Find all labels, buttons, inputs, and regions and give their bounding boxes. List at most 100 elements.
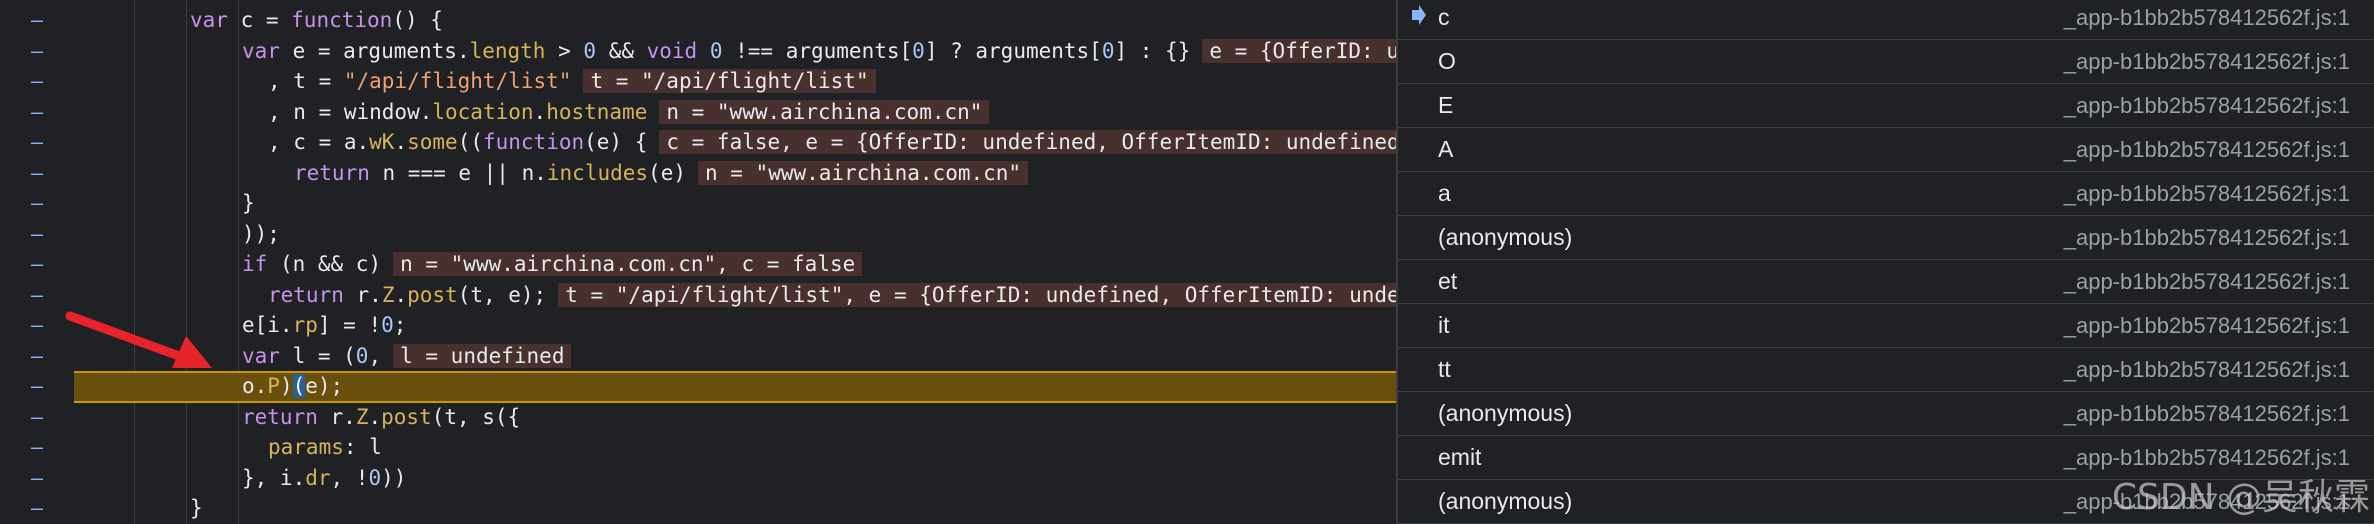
frame-source-link[interactable]: _app-b1bb2b578412562f.js:1 <box>2064 49 2350 75</box>
code-token: } <box>242 191 255 215</box>
frame-source-link[interactable]: _app-b1bb2b578412562f.js:1 <box>2064 5 2350 31</box>
code-line[interactable]: – return r.Z.post(t, e); t = "/api/flight/… <box>0 280 1396 311</box>
code-line[interactable]: –} <box>0 493 1396 524</box>
line-gutter-marker[interactable]: – <box>27 158 47 189</box>
line-gutter-marker[interactable]: – <box>27 402 47 433</box>
code-line[interactable]: – , c = a.wK.some((function(e) {c = false… <box>0 127 1396 158</box>
code-token: var <box>190 8 241 32</box>
frame-source-link[interactable]: _app-b1bb2b578412562f.js:1 <box>2064 269 2350 295</box>
call-stack-frame[interactable]: tt _app-b1bb2b578412562f.js:1 <box>1398 348 2374 392</box>
line-gutter-marker[interactable]: – <box>27 66 47 97</box>
call-stack-frame[interactable]: (anonymous) _app-b1bb2b578412562f.js:1 <box>1398 216 2374 260</box>
code-token: , n = window. <box>268 99 433 124</box>
code-line[interactable]: – var c = function() { <box>0 5 1396 36</box>
line-gutter-marker[interactable]: – <box>27 5 47 36</box>
line-gutter-marker[interactable]: – <box>27 463 47 494</box>
code-token: return <box>242 404 331 429</box>
code-token: e[i. <box>242 313 293 337</box>
code-text: } <box>242 188 255 219</box>
code-line[interactable]: –)); <box>0 219 1396 250</box>
line-gutter-marker[interactable]: – <box>27 249 47 280</box>
inline-variable-value: e = {OfferID: undefined, OfferItemID: un… <box>1202 38 1396 63</box>
code-line[interactable]: – params: l <box>0 432 1396 463</box>
call-stack-frame[interactable]: O _app-b1bb2b578412562f.js:1 <box>1398 40 2374 84</box>
code-line[interactable]: – return r.Z.post(t, s({ <box>0 402 1396 433</box>
line-gutter-marker[interactable]: – <box>27 36 47 67</box>
code-token: var <box>242 343 293 368</box>
frame-source-link[interactable]: _app-b1bb2b578412562f.js:1 <box>2064 357 2350 383</box>
line-gutter-marker[interactable]: – <box>27 432 47 463</box>
frame-function-name: it <box>1438 312 1450 338</box>
code-token: && <box>596 38 647 63</box>
call-stack-frame[interactable]: A _app-b1bb2b578412562f.js:1 <box>1398 128 2374 172</box>
code-token: 0 <box>912 38 925 63</box>
code-text: return n === e || n.includes(e) n = "www.… <box>294 158 1029 189</box>
code-token: e = arguments. <box>292 38 470 63</box>
line-gutter-marker[interactable]: – <box>27 219 47 250</box>
frame-source-link[interactable]: _app-b1bb2b578412562f.js:1 <box>2064 225 2350 251</box>
code-token: ] : {} <box>1114 38 1191 63</box>
code-token: )) <box>381 465 407 490</box>
frame-source-link[interactable]: _app-b1bb2b578412562f.js:1 <box>2064 401 2350 427</box>
code-line[interactable]: –}, i.dr, !0)) <box>0 463 1396 494</box>
code-text: if (n && c) n = "www.airchina.com.cn", c … <box>242 249 863 280</box>
line-gutter-marker[interactable]: – <box>27 310 47 341</box>
code-text: } <box>190 493 203 524</box>
code-token: . <box>394 282 408 307</box>
code-text: return r.Z.post(t, e); t = "/api/flight/l… <box>268 280 1396 311</box>
code-token: P <box>267 374 280 398</box>
frame-function-name: A <box>1438 136 1454 162</box>
code-line[interactable]: – , n = window.location.hostname n = "www.… <box>0 97 1396 128</box>
line-gutter-marker[interactable]: – <box>27 493 47 524</box>
code-line[interactable]: – return n === e || n.includes(e) n = "www… <box>0 158 1396 189</box>
code-token: (n && c) <box>279 252 382 276</box>
frame-source-link[interactable]: _app-b1bb2b578412562f.js:1 <box>2064 93 2350 119</box>
code-text: e[i.rp] = !0; <box>242 310 406 341</box>
code-token: (e) { <box>584 130 648 154</box>
code-text: , c = a.wK.some((function(e) {c = false,… <box>268 127 1396 158</box>
line-gutter-marker[interactable]: – <box>27 188 47 219</box>
call-stack-frame[interactable]: c _app-b1bb2b578412562f.js:1 <box>1398 0 2374 40</box>
line-gutter-marker[interactable]: – <box>27 280 47 311</box>
code-token: . <box>368 404 382 429</box>
watermark: CSDN @吴秋霖 <box>2111 477 2370 518</box>
code-token: 0 <box>355 343 369 368</box>
code-token: post <box>381 404 432 429</box>
code-token: (t, s({ <box>431 404 521 429</box>
code-token: (e) <box>648 160 686 185</box>
line-gutter-marker[interactable]: – <box>27 371 47 402</box>
code-token: c = <box>240 8 292 32</box>
code-text: var c = function() { <box>190 5 443 36</box>
line-gutter-marker[interactable]: – <box>27 97 47 128</box>
code-token: , c = a. <box>268 130 370 154</box>
code-token: if <box>242 252 280 276</box>
code-line[interactable]: – if (n && c) n = "www.airchina.com.cn", c… <box>0 249 1396 280</box>
code-token: 0 <box>583 38 597 63</box>
frame-source-link[interactable]: _app-b1bb2b578412562f.js:1 <box>2064 181 2350 207</box>
code-token: wK <box>369 130 395 154</box>
inline-variable-value: n = "www.airchina.com.cn" <box>697 160 1029 185</box>
code-line[interactable]: – , t = "/api/flight/list" t = "/api/fligh… <box>0 66 1396 97</box>
call-stack-frame[interactable]: (anonymous) _app-b1bb2b578412562f.js:1 <box>1398 392 2374 436</box>
code-token: function <box>291 8 393 32</box>
code-line[interactable]: –} <box>0 188 1396 219</box>
inline-variable-value: t = "/api/flight/list", e = {OfferID: un… <box>558 282 1396 307</box>
code-token: , t = <box>268 69 344 93</box>
call-stack-frame[interactable]: et _app-b1bb2b578412562f.js:1 <box>1398 260 2374 304</box>
frame-function-name: (anonymous) <box>1438 224 1573 250</box>
frame-source-link[interactable]: _app-b1bb2b578412562f.js:1 <box>2064 137 2350 163</box>
code-token: . <box>533 99 547 124</box>
code-line[interactable]: – var e = arguments.length > 0 && void 0 … <box>0 36 1396 67</box>
code-token: void <box>646 38 710 63</box>
call-stack-frame[interactable]: E _app-b1bb2b578412562f.js:1 <box>1398 84 2374 128</box>
frame-function-name: a <box>1438 180 1451 206</box>
call-stack-frame[interactable]: a _app-b1bb2b578412562f.js:1 <box>1398 172 2374 216</box>
code-token: some <box>407 130 458 154</box>
inline-variable-value: n = "www.airchina.com.cn", c = false <box>393 252 863 276</box>
frame-source-link[interactable]: _app-b1bb2b578412562f.js:1 <box>2064 313 2350 339</box>
line-gutter-marker[interactable]: – <box>27 341 47 372</box>
frame-function-name: (anonymous) <box>1438 400 1573 426</box>
call-stack-frame[interactable]: it _app-b1bb2b578412562f.js:1 <box>1398 304 2374 348</box>
code-text: , n = window.location.hostname n = "www.a… <box>268 97 990 128</box>
line-gutter-marker[interactable]: – <box>27 127 47 158</box>
